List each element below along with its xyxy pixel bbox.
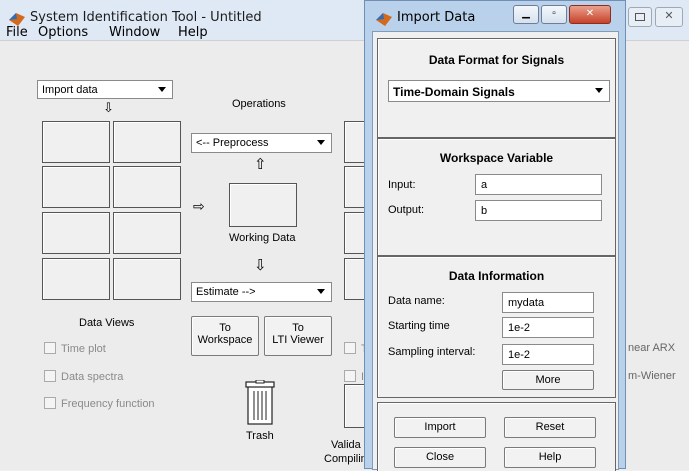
data-information-title: Data Information: [448, 269, 545, 283]
checkbox-icon: [344, 342, 356, 354]
close-dialog-button[interactable]: Close: [394, 447, 486, 468]
maximize-icon: ▫: [552, 8, 556, 19]
menu-options[interactable]: Options: [38, 25, 88, 40]
data-name-field[interactable]: mydata: [502, 292, 594, 313]
compiling-label: Compilin: [324, 453, 367, 465]
frequency-function-checkbox[interactable]: Frequency function: [44, 397, 155, 410]
estimate-dropdown-label: Estimate -->: [196, 286, 256, 298]
sampling-interval-field[interactable]: 1e-2: [502, 344, 594, 365]
data-slot[interactable]: [42, 212, 110, 254]
starting-time-label: Starting time: [388, 320, 450, 332]
data-information-panel: Data Information Data name: mydata Start…: [377, 256, 616, 398]
data-slot[interactable]: [42, 121, 110, 163]
checkbox-icon: [44, 370, 56, 382]
to-lti-line1: To: [292, 322, 304, 334]
dialog-title: Import Data: [397, 10, 476, 25]
data-format-title: Data Format for Signals: [428, 53, 565, 67]
menu-help[interactable]: Help: [178, 25, 208, 40]
minimize-button[interactable]: ▁: [513, 5, 539, 24]
output-field[interactable]: b: [475, 200, 602, 221]
menu-bar: File Options Window Help: [0, 22, 364, 42]
data-slot[interactable]: [113, 258, 181, 300]
frequency-function-label: Frequency function: [61, 398, 155, 410]
data-format-panel: Data Format for Signals Time-Domain Sign…: [377, 38, 616, 138]
import-data-dropdown-label: Import data: [42, 84, 98, 96]
output-label: Output:: [388, 204, 425, 216]
model-option-label: m-Wiener: [628, 370, 676, 382]
estimate-dropdown[interactable]: Estimate -->: [191, 282, 332, 302]
data-spectra-label: Data spectra: [61, 371, 124, 383]
to-lti-viewer-button[interactable]: To LTI Viewer: [264, 316, 332, 356]
to-workspace-button[interactable]: To Workspace: [191, 316, 259, 356]
arrow-up-icon: ⇧: [254, 156, 267, 173]
chevron-down-icon: [317, 289, 325, 294]
import-button[interactable]: Import: [394, 417, 486, 438]
preprocess-dropdown-label: <-- Preprocess: [196, 137, 269, 149]
minimize-icon: ▁: [522, 8, 530, 19]
chevron-down-icon: [317, 140, 325, 145]
dialog-body: Data Format for Signals Time-Domain Sign…: [372, 31, 619, 471]
time-plot-label: Time plot: [61, 343, 106, 355]
to-workspace-line1: To: [219, 322, 231, 334]
chevron-down-icon: [158, 87, 166, 92]
matlab-logo-icon: [376, 13, 392, 26]
data-format-dropdown[interactable]: Time-Domain Signals: [388, 80, 610, 102]
checkbox-icon: [44, 397, 56, 409]
trash-icon[interactable]: [244, 380, 276, 426]
data-slot[interactable]: [42, 258, 110, 300]
menu-window[interactable]: Window: [109, 25, 160, 40]
data-slot[interactable]: [42, 166, 110, 208]
data-name-label: Data name:: [388, 295, 445, 307]
working-data-slot[interactable]: [229, 183, 297, 227]
import-data-dropdown[interactable]: Import data: [37, 80, 173, 99]
maximize-button[interactable]: [628, 7, 652, 27]
arrow-down-icon: ⇩: [103, 100, 114, 115]
working-data-label: Working Data: [229, 232, 296, 244]
workspace-variable-panel: Workspace Variable Input: a Output: b: [377, 138, 616, 256]
checkbox-icon: [44, 342, 56, 354]
close-icon[interactable]: ✕: [655, 7, 683, 27]
data-format-value: Time-Domain Signals: [393, 85, 515, 99]
maximize-button[interactable]: ▫: [541, 5, 567, 24]
workspace-variable-title: Workspace Variable: [439, 151, 554, 165]
data-spectra-checkbox[interactable]: Data spectra: [44, 370, 123, 383]
more-button[interactable]: More: [502, 370, 594, 390]
checkbox-icon: [344, 370, 356, 382]
to-workspace-line2: Workspace: [197, 334, 253, 346]
starting-time-field[interactable]: 1e-2: [502, 317, 594, 338]
data-slot[interactable]: [113, 212, 181, 254]
trash-label: Trash: [246, 430, 274, 442]
chevron-down-icon: [595, 88, 603, 93]
data-views-label: Data Views: [79, 317, 135, 329]
input-field[interactable]: a: [475, 174, 602, 195]
model-view-checkbox[interactable]: I: [344, 370, 364, 383]
menu-file[interactable]: File: [6, 25, 28, 40]
data-slot[interactable]: [113, 166, 181, 208]
close-button[interactable]: ✕: [569, 5, 611, 24]
model-option-label: near ARX: [628, 342, 676, 354]
arrow-right-icon: ⇨: [193, 198, 205, 214]
sampling-interval-label: Sampling interval:: [388, 346, 476, 358]
to-lti-line2: LTI Viewer: [272, 334, 324, 346]
time-plot-checkbox[interactable]: Time plot: [44, 342, 106, 355]
arrow-down-icon: ⇩: [254, 257, 267, 274]
input-label: Input:: [388, 179, 416, 191]
operations-label: Operations: [232, 98, 286, 110]
validation-label: Valida: [331, 439, 361, 451]
preprocess-dropdown[interactable]: <-- Preprocess: [191, 133, 332, 153]
data-slot[interactable]: [113, 121, 181, 163]
dialog-buttons-panel: Import Reset Close Help: [377, 402, 616, 471]
import-data-dialog: Import Data ▁ ▫ ✕ Data Format for Signal…: [364, 0, 626, 471]
close-icon: ✕: [585, 8, 595, 19]
reset-button[interactable]: Reset: [504, 417, 596, 438]
help-button[interactable]: Help: [504, 447, 596, 468]
